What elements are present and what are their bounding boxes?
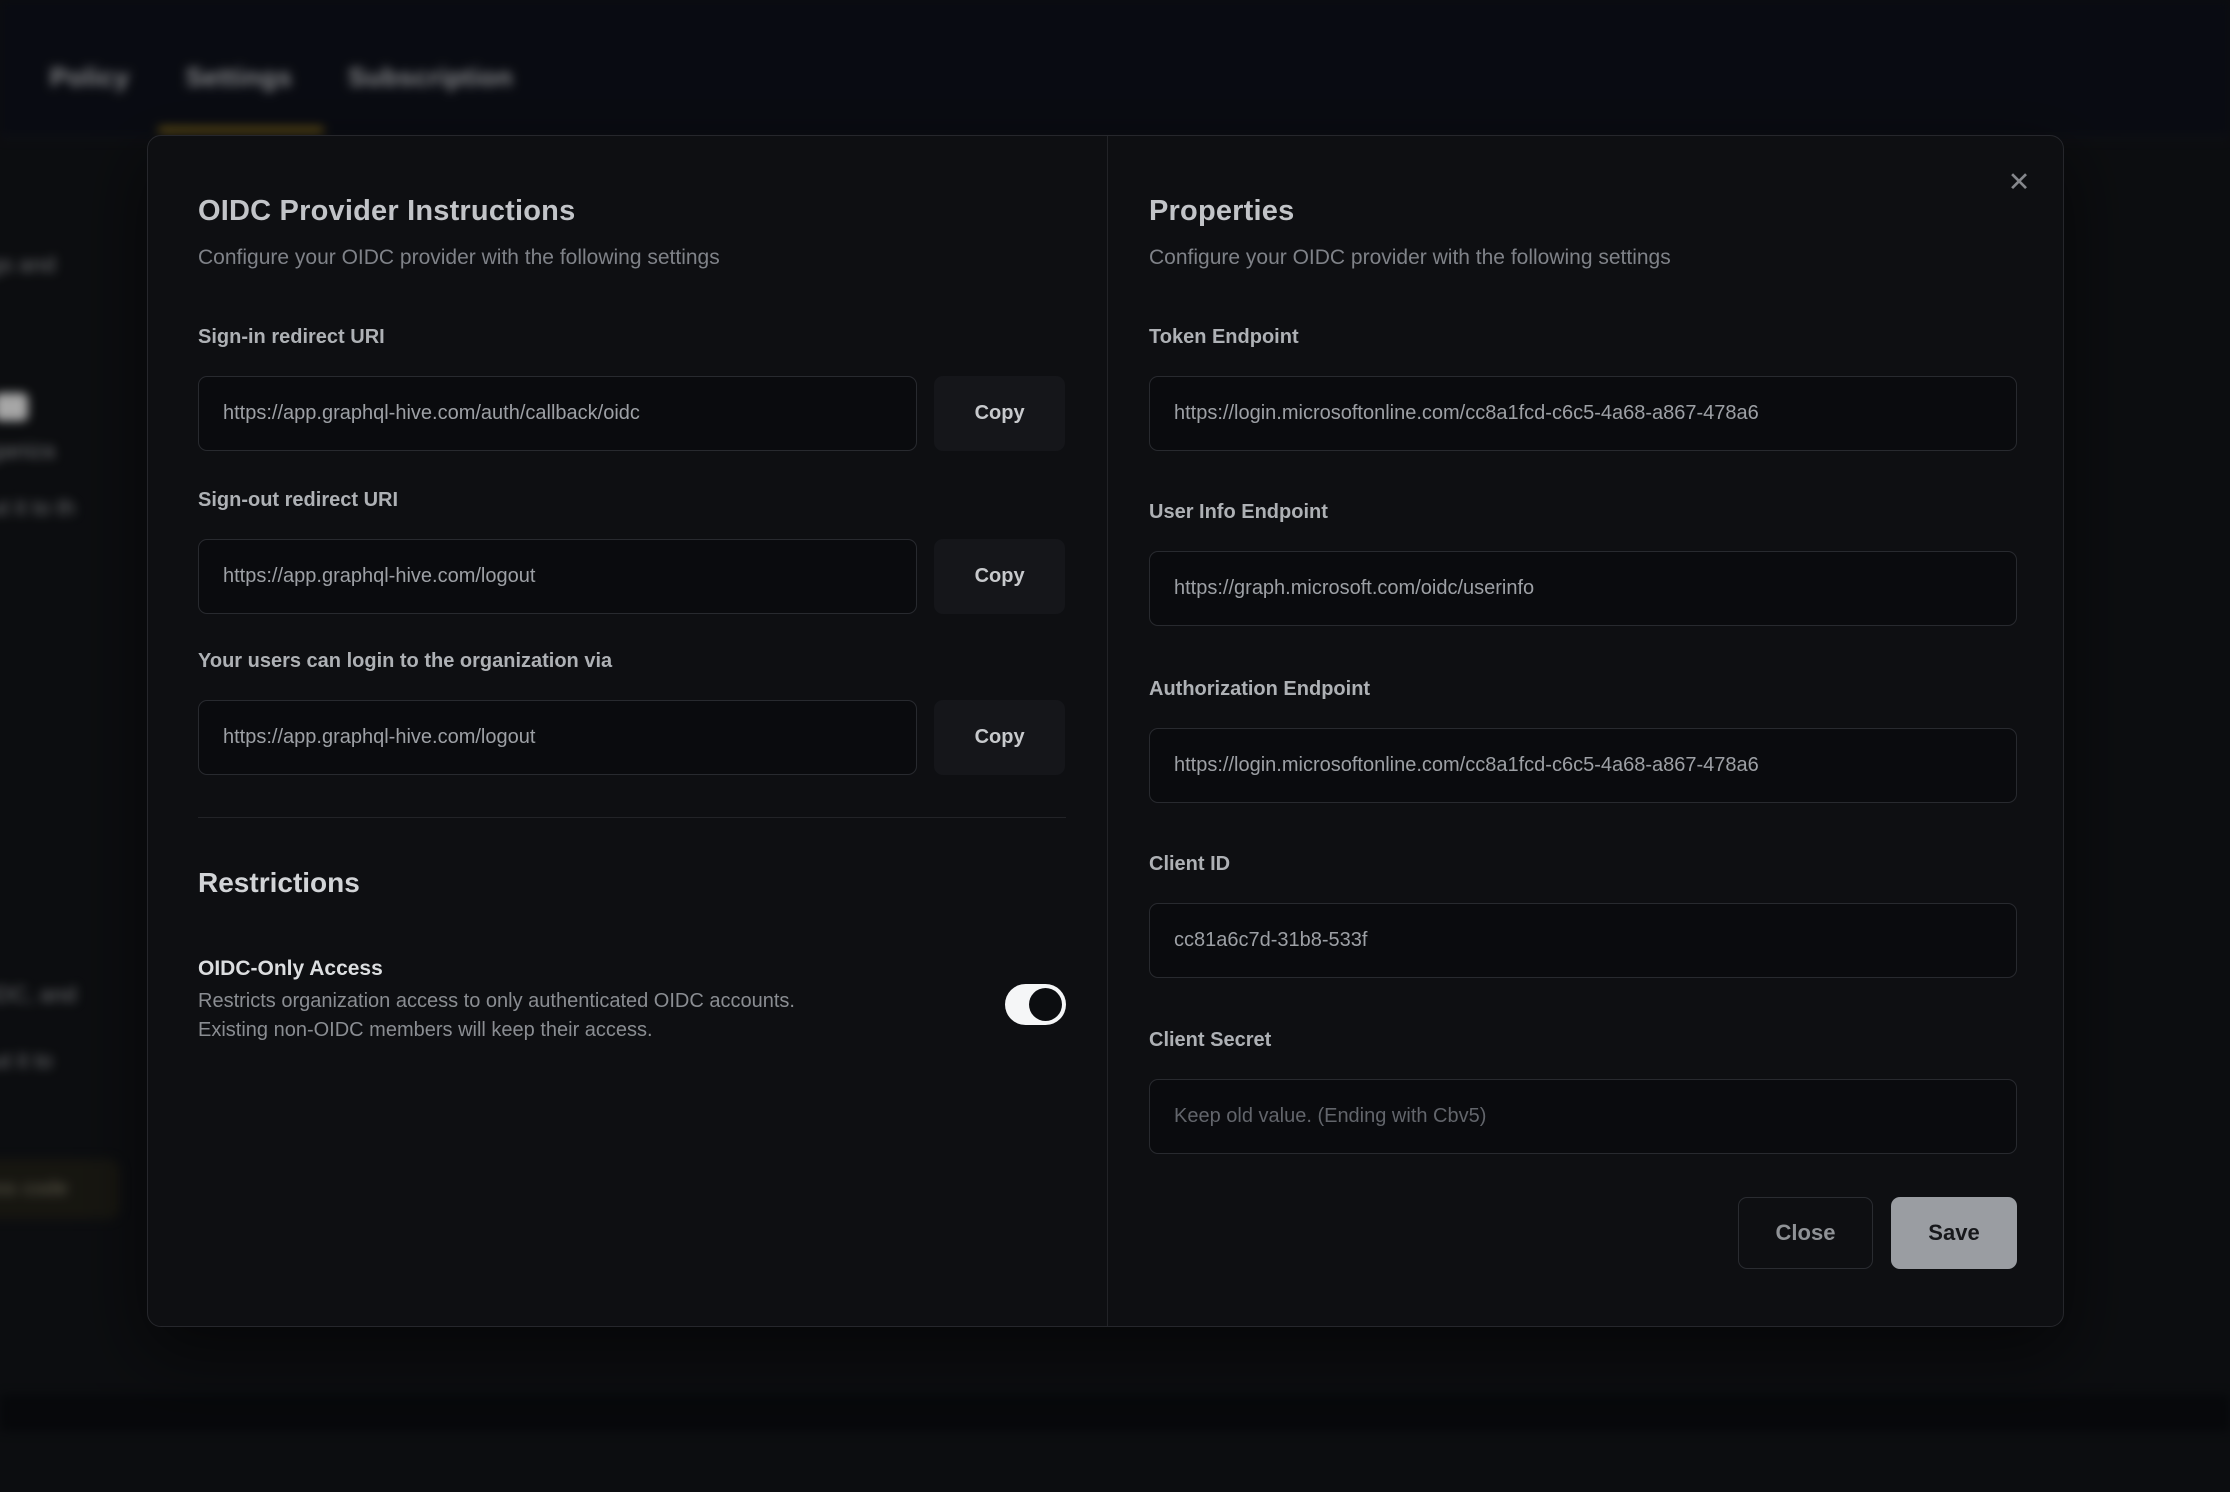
oidc-settings-dialog: OIDC Provider Instructions Configure you… <box>147 135 2064 1327</box>
token-endpoint-input[interactable] <box>1149 376 2017 451</box>
copy-org-login-uri-button[interactable]: Copy <box>934 700 1065 775</box>
dialog-title: OIDC Provider Instructions <box>198 192 1065 230</box>
token-endpoint-label: Token Endpoint <box>1149 324 2017 350</box>
oidc-only-access-description: Restricts organization access to only au… <box>198 987 795 1045</box>
oidc-only-access-toggle[interactable] <box>1005 984 1066 1025</box>
oidc-only-access-row: OIDC-Only Access Restricts organization … <box>198 955 1066 1045</box>
user-info-endpoint-label: User Info Endpoint <box>1149 499 2017 525</box>
org-login-uri-input[interactable] <box>198 700 917 775</box>
save-button[interactable]: Save <box>1891 1197 2017 1269</box>
oidc-only-access-text: OIDC-Only Access Restricts organization … <box>198 955 795 1045</box>
sign-out-redirect-uri-input[interactable] <box>198 539 917 614</box>
section-divider <box>198 817 1066 818</box>
close-button[interactable]: Close <box>1738 1197 1873 1269</box>
client-id-label: Client ID <box>1149 851 2017 877</box>
app-root: Policy Settings Subscription ettings and… <box>0 0 2230 1492</box>
sign-in-redirect-uri-input[interactable] <box>198 376 917 451</box>
oidc-only-access-label: OIDC-Only Access <box>198 955 795 983</box>
sign-out-redirect-uri-row: Copy <box>198 539 1065 614</box>
client-id-input[interactable] <box>1149 903 2017 978</box>
description-line: Existing non-OIDC members will keep thei… <box>198 1016 795 1045</box>
client-secret-input[interactable] <box>1149 1079 2017 1154</box>
description-line: Restricts organization access to only au… <box>198 987 795 1016</box>
close-icon[interactable]: ✕ <box>1999 162 2039 202</box>
user-info-endpoint-input[interactable] <box>1149 551 2017 626</box>
authorization-endpoint-label: Authorization Endpoint <box>1149 676 2017 702</box>
org-login-uri-label: Your users can login to the organization… <box>198 648 1065 674</box>
dialog-subtitle: Configure your OIDC provider with the fo… <box>198 244 1065 272</box>
toggle-thumb-icon <box>1029 988 1062 1021</box>
sign-in-redirect-uri-label: Sign-in redirect URI <box>198 324 1065 350</box>
properties-subtitle: Configure your OIDC provider with the fo… <box>1149 244 2017 272</box>
sign-out-redirect-uri-label: Sign-out redirect URI <box>198 487 1065 513</box>
copy-sign-out-uri-button[interactable]: Copy <box>934 539 1065 614</box>
properties-column: ✕ Properties Configure your OIDC provide… <box>1108 136 2065 1326</box>
dialog-actions: Close Save <box>1149 1197 2017 1269</box>
authorization-endpoint-input[interactable] <box>1149 728 2017 803</box>
properties-title: Properties <box>1149 192 2017 230</box>
restrictions-heading: Restrictions <box>198 864 1065 902</box>
copy-sign-in-uri-button[interactable]: Copy <box>934 376 1065 451</box>
client-secret-label: Client Secret <box>1149 1027 2017 1053</box>
oidc-instructions-column: OIDC Provider Instructions Configure you… <box>148 136 1108 1326</box>
sign-in-redirect-uri-row: Copy <box>198 376 1065 451</box>
org-login-uri-row: Copy <box>198 700 1065 775</box>
